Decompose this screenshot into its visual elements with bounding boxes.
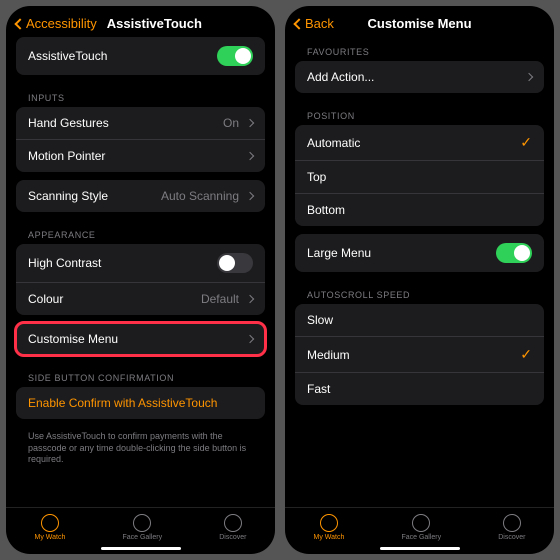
large-menu-switch[interactable]	[496, 243, 532, 263]
tab-face-gallery[interactable]: Face Gallery	[122, 514, 162, 541]
side-button-header: SIDE BUTTON CONFIRMATION	[16, 363, 265, 387]
large-menu-row[interactable]: Large Menu	[295, 234, 544, 272]
position-automatic[interactable]: Automatic ✓	[295, 125, 544, 160]
chevron-right-icon	[246, 295, 254, 303]
speed-slow[interactable]: Slow	[295, 304, 544, 336]
chevron-right-icon	[246, 119, 254, 127]
appearance-header: APPEARANCE	[16, 220, 265, 244]
position-top[interactable]: Top	[295, 160, 544, 193]
tab-my-watch[interactable]: My Watch	[35, 514, 66, 541]
watch-icon	[320, 514, 338, 532]
tab-bar: My Watch Face Gallery Discover	[6, 507, 275, 545]
content: FAVOURITES Add Action... POSITION Automa…	[285, 37, 554, 507]
assistive-touch-switch[interactable]	[217, 46, 253, 66]
colour-row[interactable]: Colour Default	[16, 282, 265, 315]
inputs-header: INPUTS	[16, 83, 265, 107]
motion-pointer-row[interactable]: Motion Pointer	[16, 139, 265, 172]
compass-icon	[503, 514, 521, 532]
nav-bar: Back Customise Menu	[285, 6, 554, 37]
compass-icon	[224, 514, 242, 532]
enable-confirm-row[interactable]: Enable Confirm with AssistiveTouch	[16, 387, 265, 419]
scanning-style-row[interactable]: Scanning Style Auto Scanning	[16, 180, 265, 212]
left-screen: Accessibility AssistiveTouch AssistiveTo…	[6, 6, 275, 554]
back-button[interactable]: Accessibility	[16, 16, 97, 31]
tab-discover[interactable]: Discover	[498, 514, 525, 541]
chevron-right-icon	[525, 73, 533, 81]
speed-fast[interactable]: Fast	[295, 372, 544, 405]
home-indicator	[101, 547, 181, 550]
add-action-row[interactable]: Add Action...	[295, 61, 544, 93]
customise-menu-group: Customise Menu	[16, 323, 265, 355]
tab-my-watch[interactable]: My Watch	[314, 514, 345, 541]
gallery-icon	[412, 514, 430, 532]
assistive-touch-label: AssistiveTouch	[28, 49, 217, 63]
chevron-left-icon	[14, 18, 25, 29]
check-icon: ✓	[520, 346, 532, 363]
high-contrast-row[interactable]: High Contrast	[16, 244, 265, 282]
nav-bar: Accessibility AssistiveTouch	[6, 6, 275, 37]
home-indicator	[380, 547, 460, 550]
chevron-left-icon	[293, 18, 304, 29]
back-label: Back	[305, 16, 334, 31]
chevron-right-icon	[246, 335, 254, 343]
tab-bar: My Watch Face Gallery Discover	[285, 507, 554, 545]
page-title: AssistiveTouch	[107, 16, 202, 31]
back-button[interactable]: Back	[295, 16, 334, 31]
high-contrast-switch[interactable]	[217, 253, 253, 273]
watch-icon	[41, 514, 59, 532]
customise-menu-row[interactable]: Customise Menu	[16, 323, 265, 355]
position-header: POSITION	[295, 101, 544, 125]
check-icon: ✓	[520, 134, 532, 151]
right-screen: Back Customise Menu FAVOURITES Add Actio…	[285, 6, 554, 554]
chevron-right-icon	[246, 152, 254, 160]
autoscroll-header: AUTOSCROLL SPEED	[295, 280, 544, 304]
hand-gestures-row[interactable]: Hand Gestures On	[16, 107, 265, 139]
content: AssistiveTouch INPUTS Hand Gestures On M…	[6, 37, 275, 507]
back-label: Accessibility	[26, 16, 97, 31]
favourites-header: FAVOURITES	[295, 37, 544, 61]
tab-face-gallery[interactable]: Face Gallery	[401, 514, 441, 541]
chevron-right-icon	[246, 192, 254, 200]
assistive-touch-toggle-row[interactable]: AssistiveTouch	[16, 37, 265, 75]
gallery-icon	[133, 514, 151, 532]
speed-medium[interactable]: Medium ✓	[295, 336, 544, 372]
enable-confirm-desc: Use AssistiveTouch to confirm payments w…	[16, 427, 265, 466]
page-title: Customise Menu	[367, 16, 471, 31]
position-bottom[interactable]: Bottom	[295, 193, 544, 226]
tab-discover[interactable]: Discover	[219, 514, 246, 541]
